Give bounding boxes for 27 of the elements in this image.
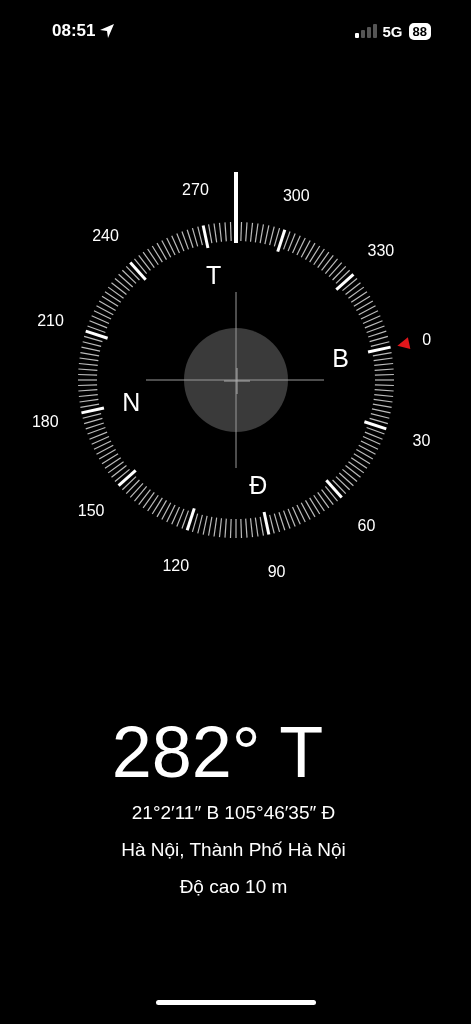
degree-label: 240 — [92, 227, 119, 245]
degree-label: 0 — [422, 331, 432, 349]
signal-icon — [354, 24, 377, 38]
degree-label: 210 — [37, 311, 64, 329]
cardinal-label: N — [122, 388, 141, 417]
cardinal-label: Đ — [249, 470, 268, 499]
battery-indicator: 88 — [408, 22, 431, 40]
network-label: 5G — [382, 22, 403, 40]
degree-label: 270 — [182, 181, 209, 199]
heading-reading: 282° T — [111, 711, 324, 794]
heading-indicator — [234, 172, 238, 243]
degree-label: 60 — [357, 516, 376, 534]
altitude-text: Độ cao 10 m — [179, 875, 288, 899]
cardinal-label: B — [332, 343, 349, 372]
coordinates-text: 21°2′11″ B 105°46′35″ Đ — [131, 801, 336, 825]
degree-label: 300 — [282, 186, 310, 204]
degree-label: 330 — [367, 241, 395, 259]
degree-label: 30 — [412, 432, 431, 450]
degree-label: 90 — [267, 562, 286, 580]
location-arrow-icon — [99, 23, 116, 39]
north-marker-icon — [397, 337, 411, 350]
degree-label: 120 — [162, 557, 190, 575]
cardinal-label: T — [206, 261, 222, 290]
degree-label: 180 — [31, 412, 59, 430]
degree-label: 150 — [77, 502, 105, 520]
place-text: Hà Nội, Thành Phố Hà Nội — [121, 838, 346, 862]
status-time: 08:51 — [52, 21, 96, 41]
